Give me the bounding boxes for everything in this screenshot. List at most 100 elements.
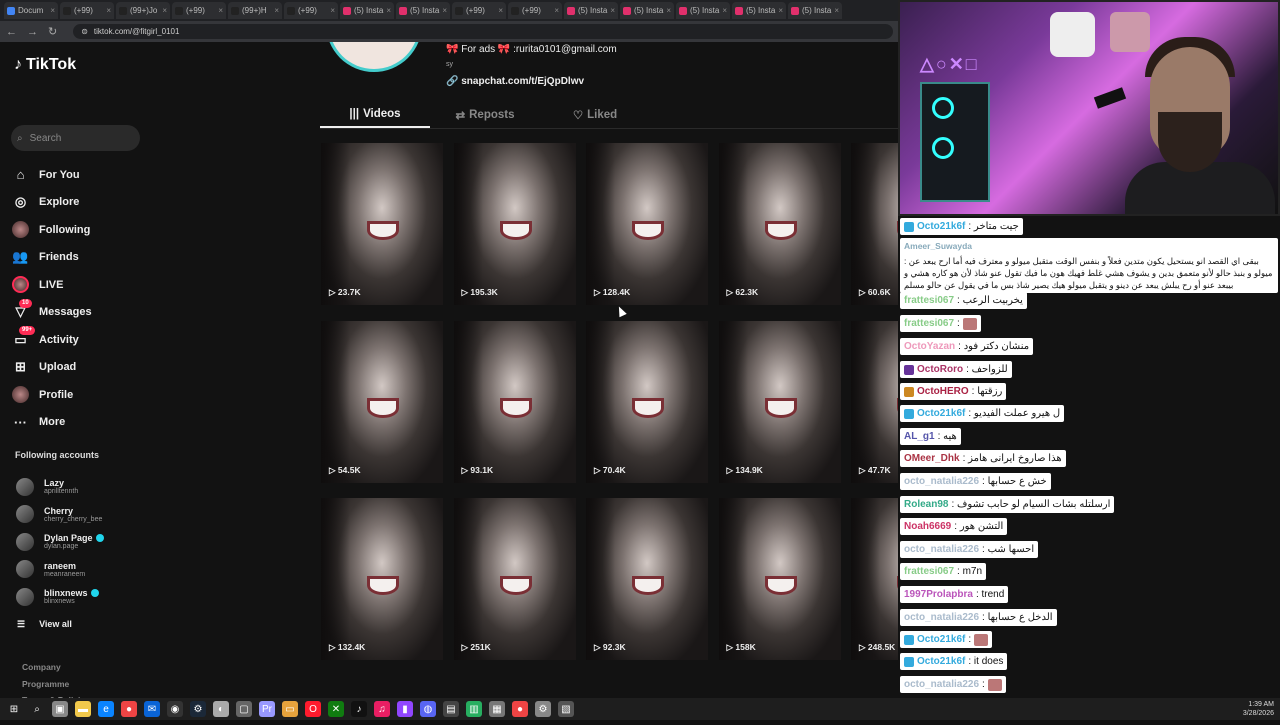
close-icon[interactable]: × bbox=[106, 6, 111, 15]
video-thumbnail[interactable]: ▷ 47.7K bbox=[851, 321, 898, 483]
back-icon[interactable]: ← bbox=[6, 26, 17, 38]
browser-tab[interactable]: (5) Insta× bbox=[620, 2, 674, 19]
close-icon[interactable]: × bbox=[554, 6, 559, 15]
browser-tab[interactable]: (+99)× bbox=[452, 2, 506, 19]
close-icon[interactable]: × bbox=[162, 6, 167, 15]
search-input[interactable]: ⌕Search bbox=[11, 125, 140, 151]
video-thumbnail[interactable]: ▷ 23.7K bbox=[321, 143, 443, 305]
sidebar-item-profile[interactable]: Profile bbox=[12, 381, 92, 409]
video-thumbnail[interactable]: ▷ 92.3K bbox=[586, 498, 708, 660]
close-icon[interactable]: × bbox=[666, 6, 671, 15]
app-icon[interactable]: ▢ bbox=[236, 701, 252, 717]
browser-tab[interactable]: (5) Insta× bbox=[676, 2, 730, 19]
following-account[interactable]: blinxnewsblinxnews bbox=[16, 583, 104, 611]
sidebar-item-explore[interactable]: ◎Explore bbox=[12, 189, 92, 217]
bio-link[interactable]: 🔗 snapchat.com/t/EjQpDlwv bbox=[446, 76, 584, 87]
following-account[interactable]: raneemmeanraneem bbox=[16, 556, 104, 584]
xbox-icon[interactable]: ✕ bbox=[328, 701, 344, 717]
video-thumbnail[interactable]: ▷ 93.1K bbox=[454, 321, 576, 483]
tiktok-logo[interactable]: ♪TikTok bbox=[14, 56, 76, 74]
app3-icon[interactable]: ▧ bbox=[558, 701, 574, 717]
opera-icon[interactable]: O bbox=[305, 701, 321, 717]
chrome-icon[interactable]: ● bbox=[121, 701, 137, 717]
vpn-icon[interactable]: ▥ bbox=[466, 701, 482, 717]
sidebar-item-live[interactable]: LIVE bbox=[12, 271, 92, 299]
close-icon[interactable]: × bbox=[274, 6, 279, 15]
video-thumbnail[interactable]: ▷ 70.4K bbox=[586, 321, 708, 483]
video-thumbnail[interactable]: ▷ 134.9K bbox=[719, 321, 841, 483]
video-thumbnail[interactable]: ▷ 54.5K bbox=[321, 321, 443, 483]
sidebar-item-following[interactable]: Following bbox=[12, 216, 92, 244]
close-icon[interactable]: × bbox=[834, 6, 839, 15]
footer-link[interactable]: Programme bbox=[22, 676, 90, 693]
video-thumbnail[interactable]: ▷ 158K bbox=[719, 498, 841, 660]
following-account[interactable]: Cherrycherry_cherry_bee bbox=[16, 501, 104, 529]
steam-icon[interactable]: ⚙ bbox=[190, 701, 206, 717]
terminal-icon[interactable]: ▤ bbox=[443, 701, 459, 717]
profile-avatar[interactable] bbox=[326, 42, 422, 72]
url-field[interactable]: ⊜tiktok.com/@fitgirl_0101 bbox=[73, 24, 893, 39]
settings-icon[interactable]: ⚙ bbox=[535, 701, 551, 717]
reload-icon[interactable]: ↻ bbox=[48, 25, 57, 38]
browser-tab[interactable]: (5) Insta× bbox=[564, 2, 618, 19]
twitch-icon[interactable]: ▮ bbox=[397, 701, 413, 717]
footer-link[interactable]: Company bbox=[22, 659, 90, 676]
following-account[interactable]: Dylan Pagedylan.page bbox=[16, 528, 104, 556]
browser-tab[interactable]: (+99)× bbox=[172, 2, 226, 19]
browser-icon[interactable]: ◐ bbox=[213, 701, 229, 717]
close-icon[interactable]: × bbox=[330, 6, 335, 15]
forward-icon[interactable]: → bbox=[27, 26, 38, 38]
browser-tab[interactable]: (5) Insta× bbox=[732, 2, 786, 19]
video-thumbnail[interactable]: ▷ 62.3K bbox=[719, 143, 841, 305]
chrome2-icon[interactable]: ● bbox=[512, 701, 528, 717]
video-thumbnail[interactable]: ▷ 248.5K bbox=[851, 498, 898, 660]
browser-tab[interactable]: (99+)Jo× bbox=[116, 2, 170, 19]
sidebar-item-more[interactable]: ···More bbox=[12, 409, 92, 437]
browser-tab[interactable]: (5) Insta× bbox=[396, 2, 450, 19]
close-icon[interactable]: × bbox=[218, 6, 223, 15]
browser-tab[interactable]: (+99)× bbox=[60, 2, 114, 19]
browser-tab[interactable]: (+99)× bbox=[508, 2, 562, 19]
view-all-button[interactable]: ☰View all bbox=[17, 619, 72, 630]
video-thumbnail[interactable]: ▷ 195.3K bbox=[454, 143, 576, 305]
close-icon[interactable]: × bbox=[50, 6, 55, 15]
browser-tab[interactable]: Docum× bbox=[4, 2, 58, 19]
system-clock[interactable]: 1:39 AM3/28/2026 bbox=[1243, 700, 1274, 718]
folder-icon[interactable]: ▭ bbox=[282, 701, 298, 717]
app2-icon[interactable]: ▦ bbox=[489, 701, 505, 717]
site-info-icon[interactable]: ⊜ bbox=[81, 27, 88, 36]
windows-icon[interactable]: ⊞ bbox=[6, 701, 22, 717]
tiktok-icon[interactable]: ♪ bbox=[351, 701, 367, 717]
outlook-icon[interactable]: ✉ bbox=[144, 701, 160, 717]
video-thumbnail[interactable]: ▷ 128.4K bbox=[586, 143, 708, 305]
music-icon[interactable]: ♫ bbox=[374, 701, 390, 717]
tab-videos[interactable]: |||Videos bbox=[320, 102, 430, 128]
tab-liked[interactable]: ♡Liked bbox=[540, 102, 650, 128]
sidebar-item-for-you[interactable]: ⌂For You bbox=[12, 161, 92, 189]
task-view-icon[interactable]: ▣ bbox=[52, 701, 68, 717]
close-icon[interactable]: × bbox=[610, 6, 615, 15]
file-explorer-icon[interactable]: ▬ bbox=[75, 701, 91, 717]
tab-reposts[interactable]: ⇄Reposts bbox=[430, 102, 540, 128]
search-icon[interactable]: ⌕ bbox=[29, 701, 45, 717]
close-icon[interactable]: × bbox=[722, 6, 727, 15]
browser-tab[interactable]: (5) Insta× bbox=[340, 2, 394, 19]
close-icon[interactable]: × bbox=[778, 6, 783, 15]
video-thumbnail[interactable]: ▷ 251K bbox=[454, 498, 576, 660]
premiere-icon[interactable]: Pr bbox=[259, 701, 275, 717]
close-icon[interactable]: × bbox=[386, 6, 391, 15]
edge-icon[interactable]: e bbox=[98, 701, 114, 717]
sidebar-item-friends[interactable]: 👥Friends bbox=[12, 244, 92, 272]
obs-icon[interactable]: ◉ bbox=[167, 701, 183, 717]
close-icon[interactable]: × bbox=[442, 6, 447, 15]
sidebar-item-upload[interactable]: ⊞Upload bbox=[12, 354, 92, 382]
video-thumbnail[interactable]: ▷ 132.4K bbox=[321, 498, 443, 660]
browser-tab[interactable]: (+99)× bbox=[284, 2, 338, 19]
following-account[interactable]: Lazyaprilltennth bbox=[16, 473, 104, 501]
sidebar-item-messages[interactable]: ▽10Messages bbox=[12, 299, 92, 327]
discord-icon[interactable]: ◍ bbox=[420, 701, 436, 717]
browser-tab[interactable]: (5) Insta× bbox=[788, 2, 842, 19]
browser-tab[interactable]: (99+)H× bbox=[228, 2, 282, 19]
video-thumbnail[interactable]: ▷ 60.6K bbox=[851, 143, 898, 305]
close-icon[interactable]: × bbox=[498, 6, 503, 15]
